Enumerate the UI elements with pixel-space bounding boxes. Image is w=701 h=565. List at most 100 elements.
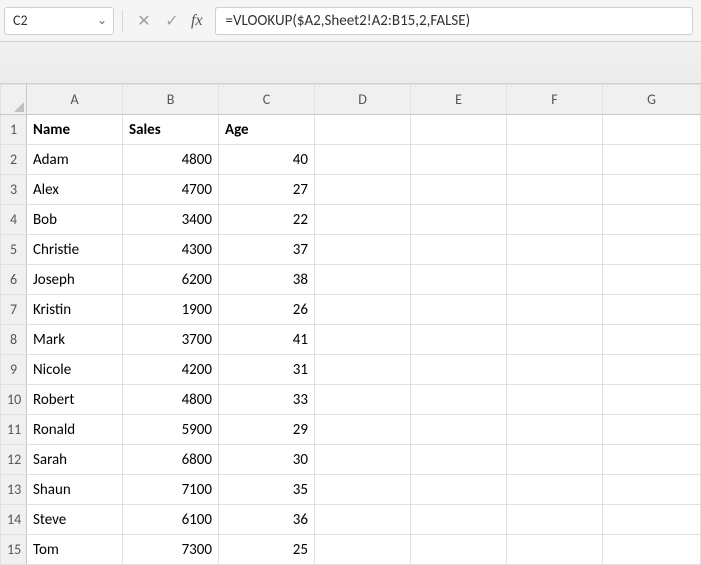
cell[interactable]: 6800 — [123, 445, 219, 475]
cell[interactable] — [315, 115, 411, 145]
cell[interactable]: 22 — [219, 205, 315, 235]
cell[interactable] — [315, 385, 411, 415]
col-head-C[interactable]: C — [219, 85, 315, 115]
cell[interactable] — [315, 355, 411, 385]
cell[interactable] — [507, 265, 603, 295]
cell[interactable] — [507, 325, 603, 355]
row-head[interactable]: 5 — [1, 235, 27, 265]
cell[interactable]: Nicole — [27, 355, 123, 385]
cell[interactable]: 5900 — [123, 415, 219, 445]
cell[interactable]: Sarah — [27, 445, 123, 475]
cell[interactable] — [603, 415, 701, 445]
cell[interactable]: Kristin — [27, 295, 123, 325]
cell[interactable] — [603, 475, 701, 505]
col-head-B[interactable]: B — [123, 85, 219, 115]
cell[interactable]: 26 — [219, 295, 315, 325]
row-head[interactable]: 2 — [1, 145, 27, 175]
col-head-G[interactable]: G — [603, 85, 701, 115]
cell[interactable] — [411, 295, 507, 325]
cell[interactable] — [603, 145, 701, 175]
cell[interactable] — [411, 505, 507, 535]
cell[interactable] — [603, 295, 701, 325]
cell[interactable]: 4700 — [123, 175, 219, 205]
cell[interactable]: 7100 — [123, 475, 219, 505]
col-head-A[interactable]: A — [27, 85, 123, 115]
cell[interactable]: 37 — [219, 235, 315, 265]
cell[interactable] — [603, 205, 701, 235]
cell[interactable] — [411, 415, 507, 445]
cell[interactable] — [315, 295, 411, 325]
spreadsheet-grid[interactable]: A B C D E F G 1 Name Sales Age — [0, 84, 701, 565]
cell[interactable] — [315, 265, 411, 295]
cell[interactable]: 36 — [219, 505, 315, 535]
cell[interactable]: Name — [27, 115, 123, 145]
row-head[interactable]: 12 — [1, 445, 27, 475]
cell[interactable] — [411, 445, 507, 475]
confirm-icon[interactable]: ✓ — [163, 11, 181, 31]
cell[interactable]: Christie — [27, 235, 123, 265]
row-head[interactable]: 6 — [1, 265, 27, 295]
cell[interactable]: Mark — [27, 325, 123, 355]
cell[interactable]: 4800 — [123, 385, 219, 415]
cell[interactable] — [603, 265, 701, 295]
cell[interactable] — [603, 115, 701, 145]
cell[interactable] — [411, 205, 507, 235]
cell[interactable]: Age — [219, 115, 315, 145]
cell[interactable] — [507, 385, 603, 415]
cell[interactable] — [507, 295, 603, 325]
cell[interactable]: 40 — [219, 145, 315, 175]
row-head[interactable]: 13 — [1, 475, 27, 505]
cell[interactable] — [603, 325, 701, 355]
cell[interactable] — [315, 175, 411, 205]
cell[interactable]: Steve — [27, 505, 123, 535]
row-head[interactable]: 14 — [1, 505, 27, 535]
cell[interactable] — [507, 175, 603, 205]
cell[interactable]: 38 — [219, 265, 315, 295]
row-head[interactable]: 8 — [1, 325, 27, 355]
cell[interactable]: 29 — [219, 415, 315, 445]
cell[interactable]: Alex — [27, 175, 123, 205]
cell[interactable]: 4200 — [123, 355, 219, 385]
cell[interactable] — [507, 115, 603, 145]
cell[interactable] — [603, 445, 701, 475]
cell[interactable]: 33 — [219, 385, 315, 415]
cell[interactable] — [315, 145, 411, 175]
formula-input[interactable]: =VLOOKUP($A2,Sheet2!A2:B15,2,FALSE) — [215, 7, 693, 35]
row-head[interactable]: 3 — [1, 175, 27, 205]
cell[interactable]: 27 — [219, 175, 315, 205]
cell[interactable]: Shaun — [27, 475, 123, 505]
row-head[interactable]: 4 — [1, 205, 27, 235]
cell[interactable] — [411, 235, 507, 265]
row-head[interactable]: 11 — [1, 415, 27, 445]
cell[interactable]: Bob — [27, 205, 123, 235]
cell[interactable] — [411, 175, 507, 205]
cell[interactable]: 31 — [219, 355, 315, 385]
cell[interactable] — [315, 475, 411, 505]
cell[interactable] — [411, 385, 507, 415]
select-all-corner[interactable] — [1, 85, 27, 115]
cell[interactable] — [315, 205, 411, 235]
cell[interactable] — [603, 235, 701, 265]
chevron-down-icon[interactable]: ⌄ — [97, 13, 107, 28]
cell[interactable] — [315, 505, 411, 535]
cell[interactable]: Ronald — [27, 415, 123, 445]
row-head[interactable]: 1 — [1, 115, 27, 145]
cell[interactable]: 3700 — [123, 325, 219, 355]
row-head[interactable]: 7 — [1, 295, 27, 325]
cell[interactable]: 4800 — [123, 145, 219, 175]
col-head-E[interactable]: E — [411, 85, 507, 115]
cell[interactable]: 1900 — [123, 295, 219, 325]
cell[interactable] — [507, 235, 603, 265]
cell[interactable] — [603, 355, 701, 385]
row-head[interactable]: 10 — [1, 385, 27, 415]
col-head-D[interactable]: D — [315, 85, 411, 115]
cell[interactable] — [603, 505, 701, 535]
cell[interactable] — [507, 355, 603, 385]
cell[interactable]: 4300 — [123, 235, 219, 265]
cell[interactable] — [411, 475, 507, 505]
name-box[interactable]: C2 ⌄ — [4, 7, 114, 35]
cell[interactable] — [507, 145, 603, 175]
cancel-icon[interactable]: ✕ — [135, 11, 153, 31]
cell[interactable]: 35 — [219, 475, 315, 505]
cell[interactable] — [411, 115, 507, 145]
